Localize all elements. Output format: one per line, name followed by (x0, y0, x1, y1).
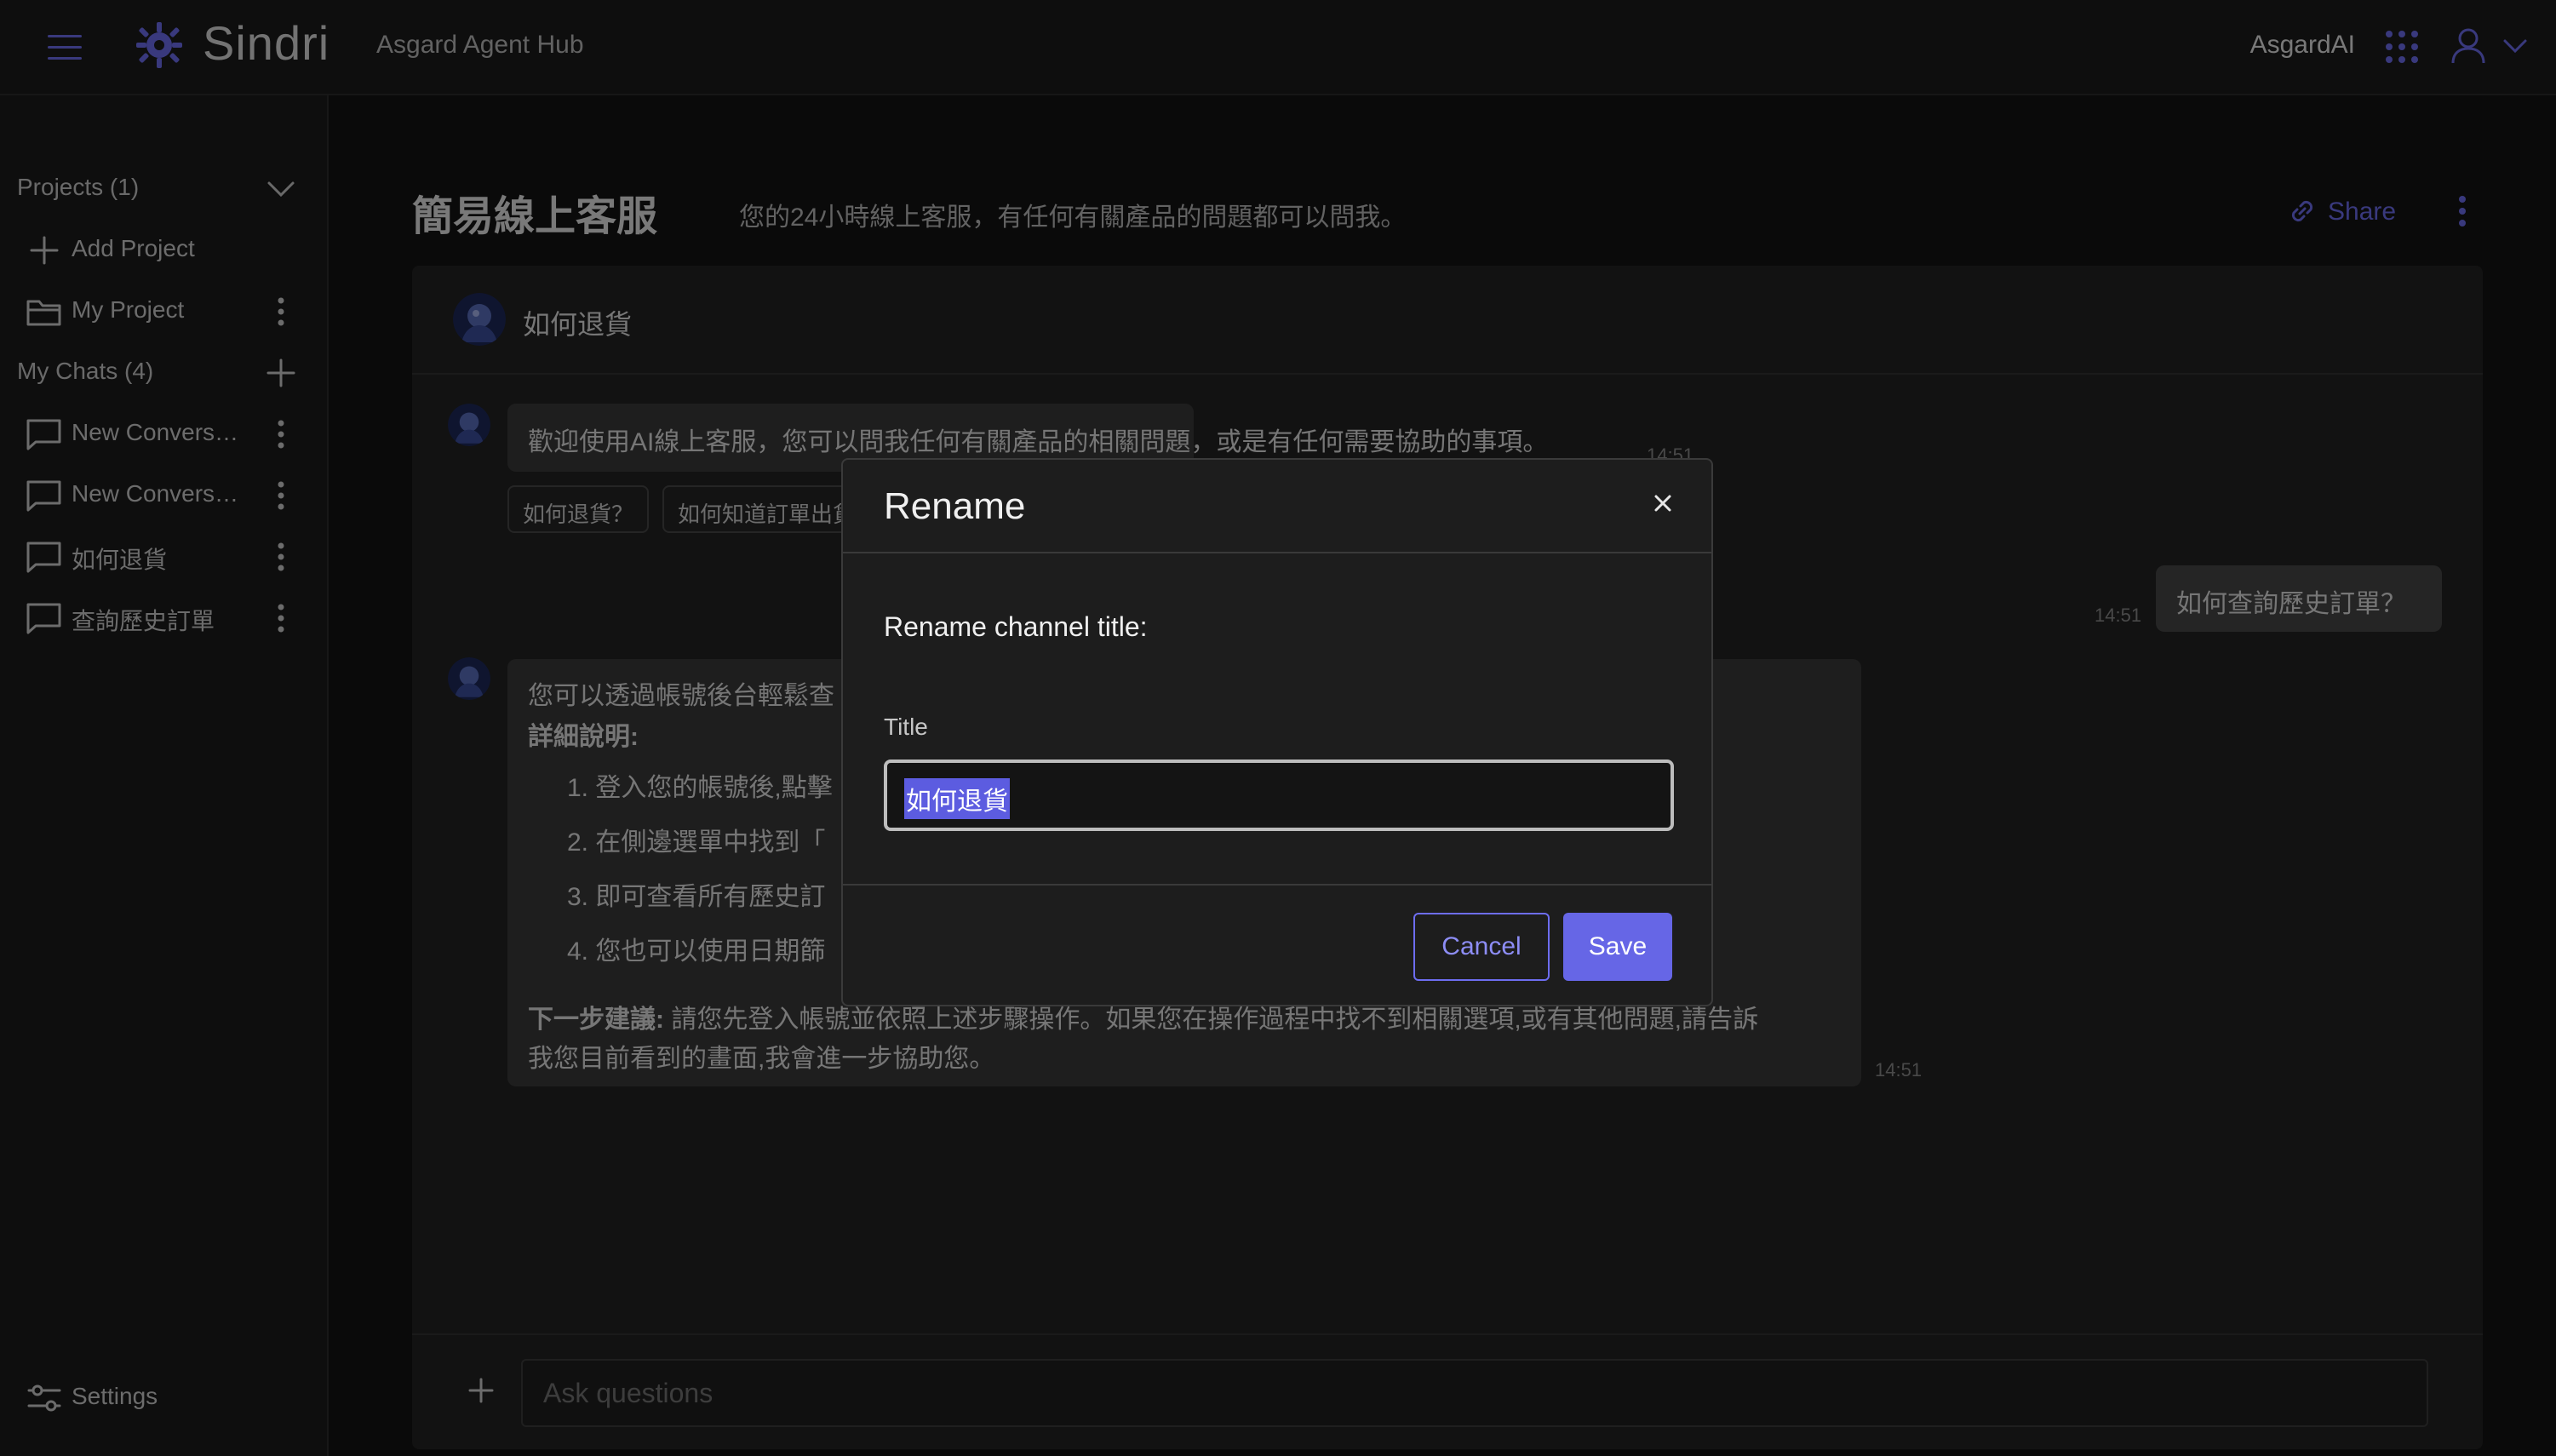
dialog-footer-divider (843, 884, 1711, 886)
dialog-header: Rename (843, 460, 1711, 553)
dialog-title: Rename (884, 485, 1026, 527)
title-input-selected-text[interactable]: 如何退貨 (904, 778, 1010, 819)
cancel-button[interactable]: Cancel (1413, 913, 1550, 981)
title-field-label: Title (884, 714, 928, 740)
dialog-prompt: Rename channel title: (884, 611, 1148, 642)
rename-dialog: Rename Rename channel title: Title 如何退貨 … (841, 458, 1713, 1006)
save-button[interactable]: Save (1563, 913, 1672, 981)
close-icon[interactable] (1648, 489, 1677, 518)
